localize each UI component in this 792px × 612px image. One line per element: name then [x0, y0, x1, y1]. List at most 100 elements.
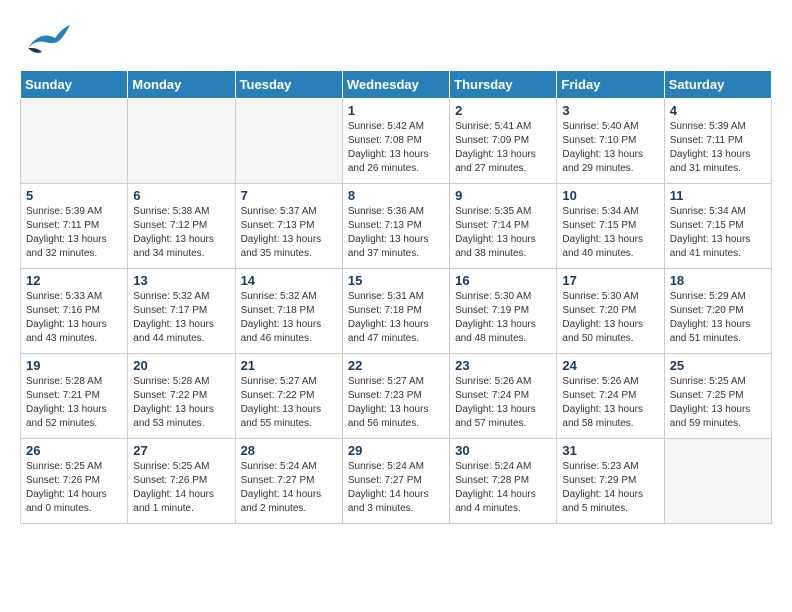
day-info: Sunrise: 5:32 AM Sunset: 7:17 PM Dayligh…	[133, 290, 229, 346]
day-number: 5	[26, 188, 122, 203]
day-info: Sunrise: 5:27 AM Sunset: 7:22 PM Dayligh…	[241, 375, 337, 431]
calendar-cell: 9Sunrise: 5:35 AM Sunset: 7:14 PM Daylig…	[450, 184, 557, 269]
calendar-cell: 19 Sunrise: 5:28 AM Sunset: 7:21 PM Dayli…	[21, 354, 128, 439]
day-info: Sunrise: 5:30 AM Sunset: 7:20 PM Dayligh…	[562, 290, 658, 346]
day-number: 2	[455, 103, 551, 118]
day-number: 22	[348, 358, 444, 373]
day-number: 29	[348, 443, 444, 458]
day-number: 17	[562, 273, 658, 288]
calendar-cell: 20 Sunrise: 5:28 AM Sunset: 7:22 PM Dayli…	[128, 354, 235, 439]
day-number: 4	[670, 103, 766, 118]
day-header-monday: Monday	[128, 71, 235, 99]
calendar-cell: 3 Sunrise: 5:40 AM Sunset: 7:10 PM Daylig…	[557, 99, 664, 184]
day-number: 20	[133, 358, 229, 373]
day-info: Sunrise: 5:41 AM Sunset: 7:09 PM Dayligh…	[455, 120, 551, 176]
day-number: 23	[455, 358, 551, 373]
calendar-cell	[664, 439, 771, 524]
day-info: Sunrise: 5:33 AM Sunset: 7:16 PM Dayligh…	[26, 290, 122, 346]
calendar-cell: 8 Sunrise: 5:36 AM Sunset: 7:13 PM Daylig…	[342, 184, 449, 269]
day-number: 11	[670, 188, 766, 203]
day-info: Sunrise: 5:36 AM Sunset: 7:13 PM Dayligh…	[348, 205, 444, 261]
day-number: 25	[670, 358, 766, 373]
calendar-cell: 25 Sunrise: 5:25 AM Sunset: 7:25 PM Dayli…	[664, 354, 771, 439]
calendar-header-row: SundayMondayTuesdayWednesdayThursdayFrid…	[21, 71, 772, 99]
day-info: Sunrise: 5:42 AM Sunset: 7:08 PM Dayligh…	[348, 120, 444, 176]
calendar-cell	[235, 99, 342, 184]
day-number: 19	[26, 358, 122, 373]
day-number: 27	[133, 443, 229, 458]
calendar-week-row: 12 Sunrise: 5:33 AM Sunset: 7:16 PM Dayli…	[21, 269, 772, 354]
day-info: Sunrise: 5:39 AM Sunset: 7:11 PM Dayligh…	[670, 120, 766, 176]
calendar-cell: 16Sunrise: 5:30 AM Sunset: 7:19 PM Dayli…	[450, 269, 557, 354]
calendar-cell: 10 Sunrise: 5:34 AM Sunset: 7:15 PM Dayli…	[557, 184, 664, 269]
calendar-cell: 4 Sunrise: 5:39 AM Sunset: 7:11 PM Daylig…	[664, 99, 771, 184]
calendar-cell: 23 Sunrise: 5:26 AM Sunset: 7:24 PM Dayli…	[450, 354, 557, 439]
day-info: Sunrise: 5:24 AM Sunset: 7:27 PM Dayligh…	[348, 460, 444, 516]
day-info: Sunrise: 5:28 AM Sunset: 7:21 PM Dayligh…	[26, 375, 122, 431]
calendar-cell: 21 Sunrise: 5:27 AM Sunset: 7:22 PM Dayli…	[235, 354, 342, 439]
page-header	[20, 20, 772, 60]
day-number: 31	[562, 443, 658, 458]
calendar-cell: 6Sunrise: 5:38 AM Sunset: 7:12 PM Daylig…	[128, 184, 235, 269]
day-info: Sunrise: 5:26 AM Sunset: 7:24 PM Dayligh…	[455, 375, 551, 431]
calendar-cell: 2 Sunrise: 5:41 AM Sunset: 7:09 PM Daylig…	[450, 99, 557, 184]
calendar-week-row: 5 Sunrise: 5:39 AM Sunset: 7:11 PM Daylig…	[21, 184, 772, 269]
day-info: Sunrise: 5:39 AM Sunset: 7:11 PM Dayligh…	[26, 205, 122, 261]
calendar-week-row: 19 Sunrise: 5:28 AM Sunset: 7:21 PM Dayli…	[21, 354, 772, 439]
day-number: 28	[241, 443, 337, 458]
day-info: Sunrise: 5:24 AM Sunset: 7:27 PM Dayligh…	[241, 460, 337, 516]
calendar-cell: 29 Sunrise: 5:24 AM Sunset: 7:27 PM Dayli…	[342, 439, 449, 524]
day-info: Sunrise: 5:25 AM Sunset: 7:26 PM Dayligh…	[26, 460, 122, 516]
calendar-cell: 24 Sunrise: 5:26 AM Sunset: 7:24 PM Dayli…	[557, 354, 664, 439]
day-number: 12	[26, 273, 122, 288]
logo	[20, 20, 72, 60]
day-number: 18	[670, 273, 766, 288]
day-info: Sunrise: 5:37 AM Sunset: 7:13 PM Dayligh…	[241, 205, 337, 261]
day-number: 9	[455, 188, 551, 203]
calendar-cell	[21, 99, 128, 184]
day-info: Sunrise: 5:25 AM Sunset: 7:26 PM Dayligh…	[133, 460, 229, 516]
day-number: 24	[562, 358, 658, 373]
day-info: Sunrise: 5:23 AM Sunset: 7:29 PM Dayligh…	[562, 460, 658, 516]
day-header-wednesday: Wednesday	[342, 71, 449, 99]
calendar-cell: 22Sunrise: 5:27 AM Sunset: 7:23 PM Dayli…	[342, 354, 449, 439]
calendar-cell: 13 Sunrise: 5:32 AM Sunset: 7:17 PM Dayli…	[128, 269, 235, 354]
day-info: Sunrise: 5:32 AM Sunset: 7:18 PM Dayligh…	[241, 290, 337, 346]
day-header-saturday: Saturday	[664, 71, 771, 99]
day-number: 3	[562, 103, 658, 118]
calendar-cell: 14Sunrise: 5:32 AM Sunset: 7:18 PM Dayli…	[235, 269, 342, 354]
calendar-cell: 11Sunrise: 5:34 AM Sunset: 7:15 PM Dayli…	[664, 184, 771, 269]
day-number: 21	[241, 358, 337, 373]
day-number: 6	[133, 188, 229, 203]
calendar-cell: 26Sunrise: 5:25 AM Sunset: 7:26 PM Dayli…	[21, 439, 128, 524]
day-number: 8	[348, 188, 444, 203]
day-info: Sunrise: 5:40 AM Sunset: 7:10 PM Dayligh…	[562, 120, 658, 176]
day-number: 7	[241, 188, 337, 203]
calendar-cell: 5 Sunrise: 5:39 AM Sunset: 7:11 PM Daylig…	[21, 184, 128, 269]
day-info: Sunrise: 5:25 AM Sunset: 7:25 PM Dayligh…	[670, 375, 766, 431]
calendar-cell: 18 Sunrise: 5:29 AM Sunset: 7:20 PM Dayli…	[664, 269, 771, 354]
calendar-cell: 7 Sunrise: 5:37 AM Sunset: 7:13 PM Daylig…	[235, 184, 342, 269]
calendar-cell: 15Sunrise: 5:31 AM Sunset: 7:18 PM Dayli…	[342, 269, 449, 354]
day-info: Sunrise: 5:29 AM Sunset: 7:20 PM Dayligh…	[670, 290, 766, 346]
calendar-cell: 17 Sunrise: 5:30 AM Sunset: 7:20 PM Dayli…	[557, 269, 664, 354]
calendar-cell	[128, 99, 235, 184]
calendar-cell: 27 Sunrise: 5:25 AM Sunset: 7:26 PM Dayli…	[128, 439, 235, 524]
day-info: Sunrise: 5:24 AM Sunset: 7:28 PM Dayligh…	[455, 460, 551, 516]
calendar-table: SundayMondayTuesdayWednesdayThursdayFrid…	[20, 70, 772, 524]
day-info: Sunrise: 5:34 AM Sunset: 7:15 PM Dayligh…	[562, 205, 658, 261]
day-number: 30	[455, 443, 551, 458]
calendar-cell: 28 Sunrise: 5:24 AM Sunset: 7:27 PM Dayli…	[235, 439, 342, 524]
day-number: 13	[133, 273, 229, 288]
day-number: 10	[562, 188, 658, 203]
day-number: 1	[348, 103, 444, 118]
day-header-sunday: Sunday	[21, 71, 128, 99]
day-header-thursday: Thursday	[450, 71, 557, 99]
day-info: Sunrise: 5:28 AM Sunset: 7:22 PM Dayligh…	[133, 375, 229, 431]
calendar-cell: 31 Sunrise: 5:23 AM Sunset: 7:29 PM Dayli…	[557, 439, 664, 524]
day-info: Sunrise: 5:26 AM Sunset: 7:24 PM Dayligh…	[562, 375, 658, 431]
day-header-tuesday: Tuesday	[235, 71, 342, 99]
day-info: Sunrise: 5:31 AM Sunset: 7:18 PM Dayligh…	[348, 290, 444, 346]
day-header-friday: Friday	[557, 71, 664, 99]
calendar-cell: 30 Sunrise: 5:24 AM Sunset: 7:28 PM Dayli…	[450, 439, 557, 524]
